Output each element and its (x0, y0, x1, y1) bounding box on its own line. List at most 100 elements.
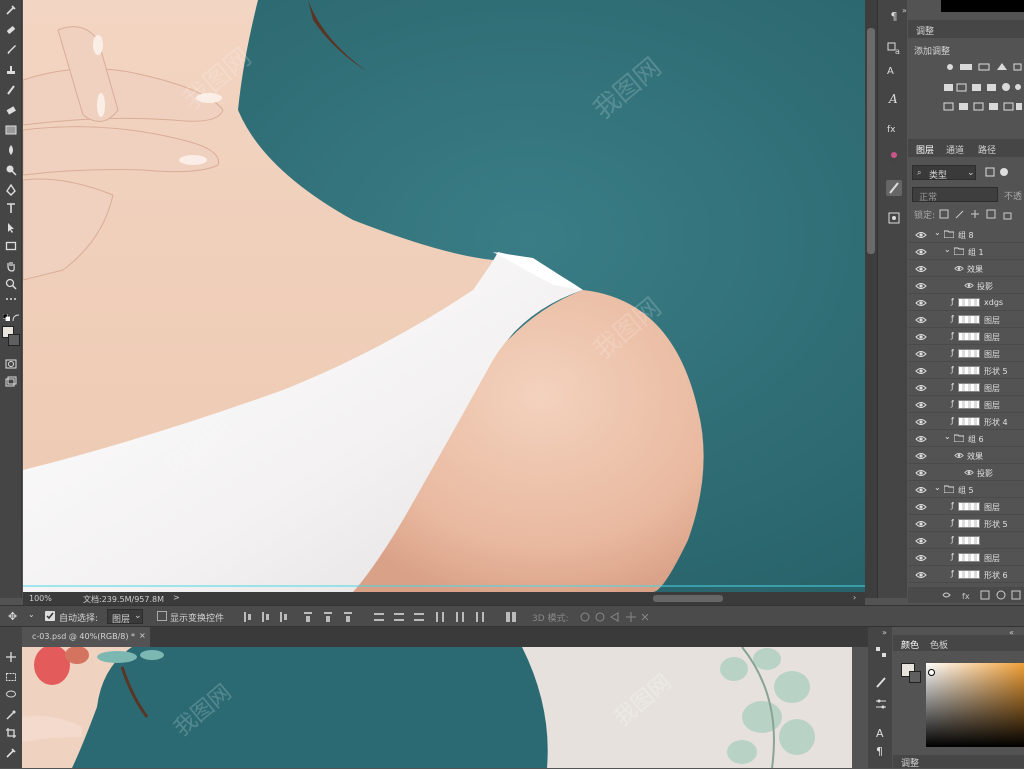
visibility-eye-icon[interactable] (915, 299, 927, 307)
color-picker-marker[interactable] (928, 669, 935, 676)
effect-visibility-icon[interactable] (954, 452, 964, 459)
move-tool-icon[interactable] (2, 649, 20, 665)
lock-icons[interactable] (938, 208, 1024, 220)
character-styles-icon[interactable]: A (886, 62, 902, 78)
lasso-tool-icon[interactable] (2, 687, 20, 703)
show-transform-checkbox[interactable] (157, 611, 167, 621)
effect-visibility-icon[interactable] (964, 282, 974, 289)
3d-icon[interactable] (886, 210, 902, 226)
eraser-tool-icon[interactable] (2, 102, 20, 118)
layer-row[interactable]: ƒ 形状 4 (908, 413, 1024, 430)
visibility-eye-icon[interactable] (915, 554, 927, 562)
dodge-tool-icon[interactable] (2, 162, 20, 178)
layer-row[interactable]: 效果 (908, 447, 1024, 464)
tab-adjustments[interactable]: 调整 (916, 24, 934, 37)
character-icon[interactable]: A (874, 725, 888, 740)
screen-mode-icon[interactable] (2, 374, 20, 390)
status-arrow-icon[interactable]: > (173, 593, 180, 602)
tab-layers[interactable]: 图层 (916, 143, 934, 156)
visibility-eye-icon[interactable] (915, 537, 927, 545)
scrollbar-thumb[interactable] (867, 28, 875, 254)
visibility-eye-icon[interactable] (915, 333, 927, 341)
rectangle-tool-icon[interactable] (2, 238, 20, 254)
background-swatch[interactable] (909, 671, 921, 683)
group-expand-chevron-icon[interactable]: ⌄ (934, 228, 941, 237)
tab-channels[interactable]: 通道 (946, 143, 964, 156)
layer-filter-select[interactable]: ⌕ 类型 ⌄ (912, 165, 976, 181)
auto-select-checkbox[interactable] (45, 611, 55, 621)
clone-stamp-tool-icon[interactable] (2, 62, 20, 78)
close-icon[interactable]: × (139, 631, 146, 640)
magic-wand-tool-icon[interactable] (2, 707, 20, 723)
effect-visibility-icon[interactable] (954, 265, 964, 272)
layer-row[interactable]: ƒ (908, 532, 1024, 549)
character-figure-icon[interactable] (886, 150, 902, 166)
background-color-swatch[interactable] (8, 334, 20, 346)
layer-row[interactable]: ƒ xdgs (908, 294, 1024, 311)
visibility-eye-icon[interactable] (915, 452, 927, 460)
layer-row[interactable]: ⌄ 组 6 (908, 430, 1024, 447)
path-selection-tool-icon[interactable] (2, 220, 20, 236)
layer-row[interactable]: ƒ 图层 (908, 328, 1024, 345)
type-tool-icon[interactable] (2, 200, 20, 216)
paragraph-icon[interactable]: ¶ (886, 10, 902, 26)
visibility-eye-icon[interactable] (915, 384, 927, 392)
visibility-eye-icon[interactable] (915, 401, 927, 409)
visibility-eye-icon[interactable] (915, 571, 927, 579)
paragraph-icon[interactable]: ¶ (876, 745, 883, 758)
visibility-eye-icon[interactable] (915, 350, 927, 358)
eyedropper-tool-icon[interactable] (2, 2, 20, 18)
layer-row[interactable]: ƒ 图层 (908, 345, 1024, 362)
healing-brush-tool-icon[interactable] (2, 22, 20, 38)
document-info[interactable]: 文档:239.5M/957.8M (83, 594, 164, 605)
quick-mask-icon[interactable] (2, 356, 20, 372)
group-expand-chevron-icon[interactable]: ⌄ (944, 432, 951, 441)
visibility-eye-icon[interactable] (915, 231, 927, 239)
align-icons[interactable] (240, 610, 520, 624)
layer-row[interactable]: ƒ 图层 (908, 549, 1024, 566)
visibility-eye-icon[interactable] (915, 248, 927, 256)
marquee-tool-icon[interactable] (2, 669, 20, 685)
blur-tool-icon[interactable] (2, 142, 20, 158)
second-document-canvas[interactable]: 我图网 我图网 (22, 647, 852, 768)
group-expand-chevron-icon[interactable]: ⌄ (944, 245, 951, 254)
layer-row[interactable]: ƒ 图层 (908, 396, 1024, 413)
group-expand-chevron-icon[interactable]: ⌄ (934, 483, 941, 492)
visibility-eye-icon[interactable] (915, 469, 927, 477)
default-colors-icon[interactable] (2, 313, 10, 321)
swap-colors-icon[interactable] (12, 314, 20, 322)
visibility-eye-icon[interactable] (915, 265, 927, 273)
crop-tool-icon[interactable] (2, 725, 20, 741)
tool-preset-chevron-icon[interactable]: ⌄ (28, 610, 35, 619)
visibility-eye-icon[interactable] (915, 367, 927, 375)
hand-tool-icon[interactable] (2, 258, 20, 274)
3d-mode-icons[interactable] (578, 610, 652, 624)
layer-row[interactable]: ƒ 图层 (908, 311, 1024, 328)
tab-adjustments-lower[interactable]: 调整 (901, 756, 919, 769)
visibility-eye-icon[interactable] (915, 503, 927, 511)
blend-mode-select[interactable]: 正常 (912, 187, 998, 203)
pen-tool-icon[interactable] (2, 182, 20, 198)
layers-footer-icons[interactable]: fx (908, 587, 1024, 603)
eyedropper-tool-icon[interactable] (2, 745, 20, 761)
scroll-right-icon[interactable]: › (853, 593, 856, 602)
visibility-eye-icon[interactable] (915, 435, 927, 443)
more-tools-icon[interactable] (2, 294, 20, 304)
layer-filter-icons[interactable] (984, 166, 1024, 178)
effect-visibility-icon[interactable] (964, 469, 974, 476)
brush-preset-icon[interactable] (886, 180, 902, 196)
adjust-icon[interactable] (874, 697, 888, 711)
tab-color[interactable]: 颜色 (901, 638, 919, 651)
layer-row[interactable]: ⌄ 组 8 (908, 226, 1024, 243)
layer-row[interactable]: 投影 (908, 464, 1024, 481)
document-canvas[interactable]: 我图网 我图网 我图网 我图网 (23, 0, 865, 592)
visibility-eye-icon[interactable] (915, 282, 927, 290)
zoom-tool-icon[interactable] (2, 276, 20, 292)
move-tool-icon[interactable]: ✥ (8, 610, 17, 623)
visibility-eye-icon[interactable] (915, 520, 927, 528)
collapse-arrows-icon[interactable]: « (1009, 628, 1014, 637)
layer-row[interactable]: 效果 (908, 260, 1024, 277)
expand-arrows-icon[interactable]: » (902, 6, 907, 15)
horizontal-scroll-thumb[interactable] (653, 595, 723, 602)
tab-paths[interactable]: 路径 (978, 143, 996, 156)
